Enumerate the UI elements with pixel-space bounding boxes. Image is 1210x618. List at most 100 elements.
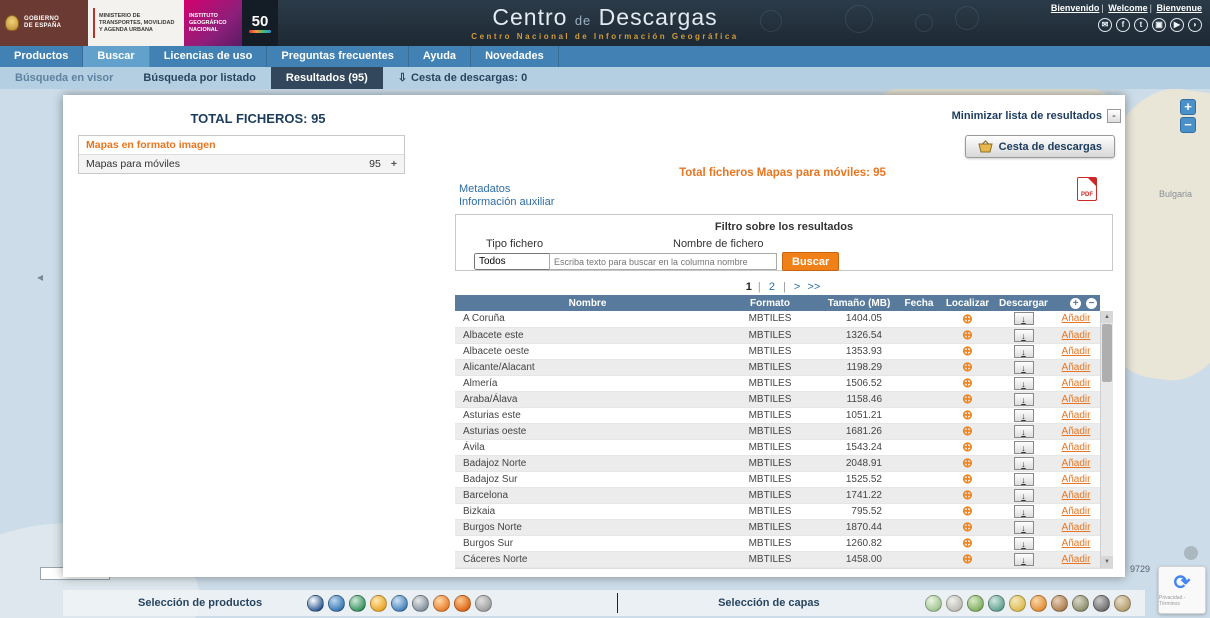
page-last-link[interactable]: >> [807, 281, 820, 293]
capa-icon-1[interactable] [925, 595, 942, 612]
tab-resultados[interactable]: Resultados (95) [271, 67, 383, 89]
anadir-link[interactable]: Añadir [1062, 522, 1091, 533]
localizar-icon[interactable]: ⊕ [962, 488, 973, 501]
nav-preguntas[interactable]: Preguntas frecuentes [267, 46, 408, 67]
table-row[interactable]: Cáceres Sur MBTILES 1805.88 ⊕ ↓ Añadir [455, 567, 1100, 569]
anadir-link[interactable]: Añadir [1062, 410, 1091, 421]
anadir-link[interactable]: Añadir [1062, 474, 1091, 485]
localizar-icon[interactable]: ⊕ [962, 504, 973, 517]
pdf-export-icon[interactable]: PDF [1077, 177, 1097, 201]
producto-icon-2[interactable] [328, 595, 345, 612]
anadir-link[interactable]: Añadir [1062, 490, 1091, 501]
descargar-icon[interactable]: ↓ [1014, 361, 1034, 374]
map-control-dot[interactable] [1184, 546, 1198, 560]
table-row[interactable]: Ávila MBTILES 1543.24 ⊕ ↓ Añadir [455, 439, 1100, 455]
descargar-icon[interactable]: ↓ [1014, 393, 1034, 406]
anadir-link[interactable]: Añadir [1062, 346, 1091, 357]
capa-icon-6[interactable] [1030, 595, 1047, 612]
rss-icon[interactable]: ◗ [1188, 18, 1202, 32]
descargar-icon[interactable]: ↓ [1014, 553, 1034, 566]
category-item[interactable]: Mapas para móviles 95 + [79, 155, 404, 173]
zoom-in-button[interactable]: + [1180, 99, 1196, 115]
table-row[interactable]: Burgos Norte MBTILES 1870.44 ⊕ ↓ Añadir [455, 519, 1100, 535]
table-row[interactable]: Badajoz Sur MBTILES 1525.52 ⊕ ↓ Añadir [455, 471, 1100, 487]
tab-busqueda-listado[interactable]: Búsqueda por listado [128, 67, 270, 89]
anadir-link[interactable]: Añadir [1062, 538, 1091, 549]
localizar-icon[interactable]: ⊕ [962, 456, 973, 469]
welcome-link-es[interactable]: Bienvenido [1051, 3, 1100, 13]
localizar-icon[interactable]: ⊕ [962, 552, 973, 565]
nombre-fichero-input[interactable] [549, 253, 777, 270]
localizar-icon[interactable]: ⊕ [962, 536, 973, 549]
localizar-icon[interactable]: ⊕ [962, 344, 973, 357]
descargar-icon[interactable]: ↓ [1014, 377, 1034, 390]
col-nombre[interactable]: Nombre [455, 295, 720, 311]
table-row[interactable]: Barcelona MBTILES 1741.22 ⊕ ↓ Añadir [455, 487, 1100, 503]
anadir-link[interactable]: Añadir [1062, 313, 1091, 324]
anadir-link[interactable]: Añadir [1062, 442, 1091, 453]
localizar-icon[interactable]: ⊕ [962, 328, 973, 341]
scroll-up-button[interactable]: ▲ [1101, 311, 1113, 323]
anadir-link[interactable]: Añadir [1062, 362, 1091, 373]
anadir-link[interactable]: Añadir [1062, 506, 1091, 517]
producto-icon-9[interactable] [475, 595, 492, 612]
table-row[interactable]: Almería MBTILES 1506.52 ⊕ ↓ Añadir [455, 375, 1100, 391]
descargar-icon[interactable]: ↓ [1014, 473, 1034, 486]
descargar-icon[interactable]: ↓ [1014, 505, 1034, 518]
descargar-icon[interactable]: ↓ [1014, 489, 1034, 502]
facebook-icon[interactable]: f [1116, 18, 1130, 32]
welcome-link-fr[interactable]: Bienvenue [1156, 3, 1202, 13]
descargar-icon[interactable]: ↓ [1014, 329, 1034, 342]
capa-icon-9[interactable] [1093, 595, 1110, 612]
page-2-link[interactable]: 2 [769, 281, 775, 293]
descargar-icon[interactable]: ↓ [1014, 312, 1034, 325]
email-icon[interactable]: ✉ [1098, 18, 1112, 32]
nav-buscar[interactable]: Buscar [83, 46, 149, 67]
descargar-icon[interactable]: ↓ [1014, 521, 1034, 534]
anadir-link[interactable]: Añadir [1062, 330, 1091, 341]
producto-icon-5[interactable] [391, 595, 408, 612]
localizar-icon[interactable]: ⊕ [962, 408, 973, 421]
table-row[interactable]: Bizkaia MBTILES 795.52 ⊕ ↓ Añadir [455, 503, 1100, 519]
table-row[interactable]: Araba/Álava MBTILES 1158.46 ⊕ ↓ Añadir [455, 391, 1100, 407]
descargar-icon[interactable]: ↓ [1014, 345, 1034, 358]
table-row[interactable]: Asturias este MBTILES 1051.21 ⊕ ↓ Añadir [455, 407, 1100, 423]
producto-icon-3[interactable] [349, 595, 366, 612]
producto-icon-1[interactable] [307, 595, 324, 612]
capa-icon-5[interactable] [1009, 595, 1026, 612]
producto-icon-8[interactable] [454, 595, 471, 612]
localizar-icon[interactable]: ⊕ [962, 312, 973, 325]
anadir-link[interactable]: Añadir [1062, 394, 1091, 405]
nav-productos[interactable]: Productos [0, 46, 83, 67]
descargar-icon[interactable]: ↓ [1014, 425, 1034, 438]
buscar-button[interactable]: Buscar [782, 252, 839, 271]
capa-icon-7[interactable] [1051, 595, 1068, 612]
minimize-button[interactable]: - [1107, 109, 1121, 123]
producto-icon-7[interactable] [433, 595, 450, 612]
page-next-link[interactable]: > [794, 281, 800, 293]
col-fecha[interactable]: Fecha [898, 295, 940, 311]
col-tamano[interactable]: Tamaño (MB) [820, 295, 898, 311]
nav-licencias[interactable]: Licencias de uso [150, 46, 268, 67]
anadir-link[interactable]: Añadir [1062, 378, 1091, 389]
table-row[interactable]: Cáceres Norte MBTILES 1458.00 ⊕ ↓ Añadir [455, 551, 1100, 567]
zoom-out-button[interactable]: − [1180, 117, 1196, 133]
cesta-descargas-button[interactable]: Cesta de descargas [965, 135, 1115, 158]
descargar-icon[interactable]: ↓ [1014, 457, 1034, 470]
producto-icon-4[interactable] [370, 595, 387, 612]
table-scrollbar[interactable]: ▲ ▼ [1100, 311, 1113, 568]
capa-icon-3[interactable] [967, 595, 984, 612]
capa-icon-8[interactable] [1072, 595, 1089, 612]
anadir-link[interactable]: Añadir [1062, 554, 1091, 565]
table-row[interactable]: Burgos Sur MBTILES 1260.82 ⊕ ↓ Añadir [455, 535, 1100, 551]
localizar-icon[interactable]: ⊕ [962, 392, 973, 405]
youtube-icon[interactable]: ▶ [1170, 18, 1184, 32]
table-row[interactable]: Asturias oeste MBTILES 1681.26 ⊕ ↓ Añadi… [455, 423, 1100, 439]
welcome-link-en[interactable]: Welcome [1108, 3, 1147, 13]
descargar-icon[interactable]: ↓ [1014, 569, 1034, 570]
twitter-icon[interactable]: t [1134, 18, 1148, 32]
panel-collapse-arrow[interactable]: ◂ [37, 270, 43, 284]
localizar-icon[interactable]: ⊕ [962, 424, 973, 437]
localizar-icon[interactable]: ⊕ [962, 360, 973, 373]
table-row[interactable]: Albacete oeste MBTILES 1353.93 ⊕ ↓ Añadi… [455, 343, 1100, 359]
